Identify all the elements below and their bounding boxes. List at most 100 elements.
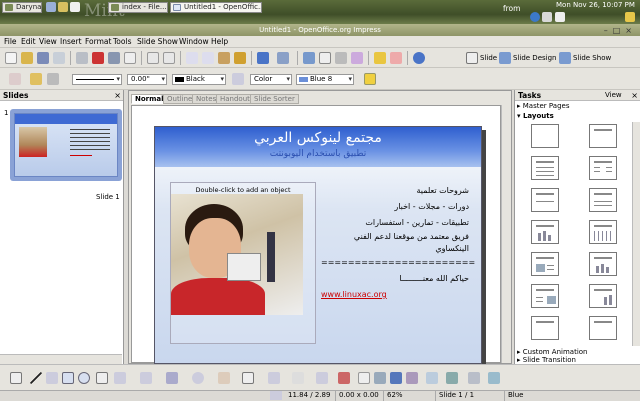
navigator-icon[interactable] — [374, 52, 386, 64]
layout-title-clipart-text[interactable] — [531, 252, 559, 276]
menu-help[interactable]: Help — [211, 37, 228, 47]
menu-file[interactable]: File — [4, 37, 17, 47]
arrange-icon[interactable] — [468, 372, 480, 384]
rectangle-icon[interactable] — [62, 372, 74, 384]
ellipse-icon[interactable] — [78, 372, 90, 384]
styles-icon[interactable] — [9, 73, 21, 85]
arrow-style-icon[interactable] — [47, 73, 59, 85]
maximize-icon[interactable]: □ — [613, 26, 626, 35]
layout-title-text-object[interactable] — [589, 316, 617, 340]
line-style-select[interactable] — [72, 74, 122, 85]
gallery-icon[interactable] — [390, 372, 402, 384]
update-icon[interactable] — [625, 12, 635, 22]
slide-button[interactable]: Slide — [466, 52, 497, 64]
new-icon[interactable] — [5, 52, 17, 64]
object-placeholder[interactable]: Double-click to add an object — [170, 182, 316, 344]
fontwork-icon[interactable] — [358, 372, 370, 384]
email-icon[interactable] — [53, 52, 65, 64]
layout-blank[interactable] — [531, 124, 559, 148]
area-style-select[interactable]: Color — [250, 74, 292, 85]
slides-hscroll[interactable] — [0, 354, 122, 364]
launcher-icon[interactable] — [70, 2, 80, 12]
select-icon[interactable] — [10, 372, 22, 384]
extrusion-icon[interactable] — [406, 372, 418, 384]
page-preview-icon[interactable] — [124, 52, 136, 64]
rotate-icon[interactable] — [426, 372, 438, 384]
open-icon[interactable] — [21, 52, 33, 64]
window-titlebar[interactable]: Untitled1 - OpenOffice.org Impress –□× — [0, 24, 640, 36]
slide-link[interactable]: www.linuxac.org — [321, 287, 469, 303]
zoom-icon[interactable] — [390, 52, 402, 64]
tab-handout[interactable]: Handout — [216, 94, 254, 104]
volume-icon[interactable] — [555, 12, 565, 22]
area-color-select[interactable]: Blue 8 — [296, 74, 354, 85]
menu-edit[interactable]: Edit — [21, 37, 36, 47]
close-icon[interactable]: × — [114, 91, 121, 100]
line-icon[interactable] — [30, 73, 42, 85]
layout-title-chart[interactable] — [531, 220, 559, 244]
section-slide-transition[interactable]: ▸ Slide Transition — [517, 356, 576, 364]
section-custom-animation[interactable]: ▸ Custom Animation — [517, 348, 587, 356]
block-arrows-icon[interactable] — [242, 372, 254, 384]
slide-thumbnail[interactable] — [14, 113, 118, 177]
copy-icon[interactable] — [202, 52, 214, 64]
helplines-icon[interactable] — [351, 52, 363, 64]
slide-body-text[interactable]: شروحات تعلمية دورات - مجلات - اخبار تطبي… — [321, 183, 475, 303]
layout-title-content[interactable] — [531, 156, 559, 180]
layout-title-object[interactable] — [531, 316, 559, 340]
chart-icon[interactable] — [303, 52, 315, 64]
star-icon[interactable] — [292, 372, 304, 384]
menu-view[interactable]: View — [39, 37, 57, 47]
globe-icon[interactable] — [530, 12, 540, 22]
tasks-view-menu[interactable]: View — [605, 91, 622, 99]
connector-icon[interactable] — [140, 372, 152, 384]
undo-icon[interactable] — [257, 52, 269, 64]
slide-subtitle[interactable]: تطبيق باستخدام اليوبونتت — [155, 149, 481, 159]
menu-window[interactable]: Window — [179, 37, 209, 47]
alignment-icon[interactable] — [446, 372, 458, 384]
table-icon[interactable] — [319, 52, 331, 64]
basic-shapes-icon[interactable] — [192, 372, 204, 384]
network-icon[interactable] — [542, 12, 552, 22]
panel-task-index[interactable]: index - File... — [108, 2, 168, 13]
tab-slide-sorter[interactable]: Slide Sorter — [250, 94, 299, 104]
display-grid-icon[interactable] — [335, 52, 347, 64]
workspace-vscroll[interactable] — [501, 105, 511, 363]
menu-slide-show[interactable]: Slide Show — [137, 37, 178, 47]
export-pdf-icon[interactable] — [92, 52, 104, 64]
layout-title-text[interactable] — [531, 188, 559, 212]
arrow-tool-icon[interactable] — [46, 372, 58, 384]
close-icon[interactable]: × — [631, 91, 638, 100]
layout-title-chart-text[interactable] — [589, 252, 617, 276]
autospell-icon[interactable] — [163, 52, 175, 64]
layout-title-text-2[interactable] — [589, 188, 617, 212]
paste-icon[interactable] — [218, 52, 230, 64]
save-icon[interactable] — [37, 52, 49, 64]
layouts-vscroll[interactable] — [632, 122, 640, 346]
panel-task-daryna[interactable]: Daryna — [2, 2, 42, 13]
section-master-pages[interactable]: ▸ Master Pages — [517, 102, 569, 110]
from-file-icon[interactable] — [374, 372, 386, 384]
launcher-icon[interactable] — [58, 2, 68, 12]
line-tool-icon[interactable] — [30, 372, 42, 384]
minimize-icon[interactable]: – — [604, 26, 613, 35]
slide-title[interactable]: مجتمع لينوكس العربي — [155, 130, 481, 146]
flowchart-icon[interactable] — [268, 372, 280, 384]
menu-insert[interactable]: Insert — [60, 37, 82, 47]
line-width-field[interactable]: 0.00" — [127, 74, 167, 85]
lines-arrows-icon[interactable] — [166, 372, 178, 384]
cut-icon[interactable] — [186, 52, 198, 64]
callout-icon[interactable] — [316, 372, 328, 384]
shadow-icon[interactable] — [364, 73, 376, 85]
menu-tools[interactable]: Tools — [113, 37, 131, 47]
text-tool-icon[interactable] — [96, 372, 108, 384]
layout-title-text-chart[interactable] — [589, 284, 617, 308]
panel-task-untitled1[interactable]: Untitled1 - OpenOffic... — [170, 2, 262, 13]
curve-icon[interactable] — [114, 372, 126, 384]
help-icon[interactable] — [413, 52, 425, 64]
symbol-shapes-icon[interactable] — [218, 372, 230, 384]
shadow-tool-icon[interactable] — [488, 372, 500, 384]
slide[interactable]: مجتمع لينوكس العربي تطبيق باستخدام اليوب… — [154, 126, 482, 364]
slide-design-button[interactable]: Slide Design — [499, 52, 556, 64]
print-icon[interactable] — [108, 52, 120, 64]
